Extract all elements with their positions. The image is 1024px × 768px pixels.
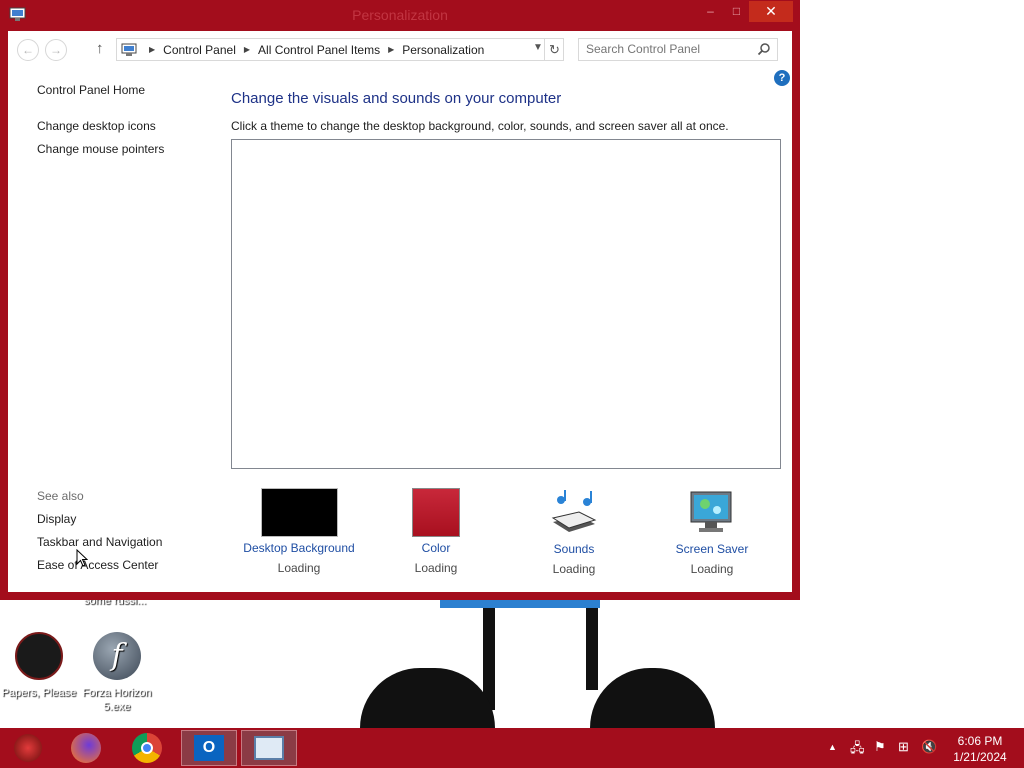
- taskbar-navigation-link[interactable]: Taskbar and Navigation: [37, 535, 162, 549]
- control-panel-icon: [254, 736, 284, 760]
- action-center-flag-icon[interactable]: ⚑: [874, 739, 886, 755]
- change-mouse-pointers-link[interactable]: Change mouse pointers: [37, 142, 164, 156]
- search-input[interactable]: [586, 42, 756, 56]
- control-panel-icon: [121, 43, 137, 56]
- taskbar-firefox[interactable]: [58, 730, 114, 766]
- papers-please-icon: [15, 632, 63, 680]
- window-content: ← → ↑ ▶ Control Panel ▶ All Control Pane…: [8, 31, 792, 592]
- search-icon[interactable]: [757, 42, 771, 56]
- desktop-icon-label: Papers, Please: [1, 687, 77, 699]
- network-icon[interactable]: 🖧: [850, 739, 865, 761]
- page-description: Click a theme to change the desktop back…: [231, 119, 729, 133]
- chevron-right-icon[interactable]: ▶: [388, 45, 394, 54]
- taskbar-control-panel[interactable]: [241, 730, 297, 766]
- device-icon[interactable]: ⊞: [898, 739, 909, 755]
- tile-label[interactable]: Screen Saver: [647, 542, 777, 556]
- personalization-window: Personalization – □ ✕ ← → ↑ ▶ Control Pa…: [0, 0, 800, 600]
- system-clock[interactable]: 6:06 PM 1/21/2024: [940, 733, 1020, 765]
- title-bar[interactable]: Personalization – □ ✕: [0, 0, 800, 30]
- chevron-down-icon[interactable]: ▼: [533, 42, 543, 53]
- chrome-icon: [132, 733, 162, 763]
- window-title: Personalization: [352, 7, 448, 23]
- flash-icon: f: [93, 632, 141, 680]
- volume-muted-icon[interactable]: 🔇: [921, 739, 937, 755]
- desktop-wallpaper-shape: [440, 600, 600, 608]
- taskbar: O ▲ 🖧 ⚑ ⊞ 🔇 6:06 PM 1/21/2024: [0, 728, 1024, 768]
- desktop-wallpaper-shape: [360, 668, 495, 728]
- close-button[interactable]: ✕: [749, 1, 793, 22]
- tile-status: Loading: [690, 562, 734, 576]
- firefox-icon: [71, 733, 101, 763]
- chevron-right-icon[interactable]: ▶: [244, 45, 250, 54]
- sounds-tile[interactable]: Sounds Loading: [509, 488, 639, 576]
- screen-saver-icon: [690, 491, 732, 532]
- screen-saver-tile[interactable]: Screen Saver Loading: [647, 488, 777, 576]
- outlook-icon: O: [194, 735, 224, 761]
- help-icon[interactable]: ?: [774, 70, 790, 86]
- tile-status: Loading: [552, 562, 596, 576]
- control-panel-home-link[interactable]: Control Panel Home: [37, 83, 145, 97]
- change-desktop-icons-link[interactable]: Change desktop icons: [37, 119, 156, 133]
- clock-date: 1/21/2024: [953, 750, 1007, 764]
- color-swatch-icon: [412, 488, 460, 537]
- minimize-button[interactable]: –: [697, 1, 724, 22]
- desktop-icon-papers-please[interactable]: Papers, Please: [0, 632, 78, 700]
- breadcrumb-all-items[interactable]: All Control Panel Items: [258, 43, 380, 57]
- ease-of-access-link[interactable]: Ease of Access Center: [37, 558, 158, 572]
- theme-list[interactable]: [231, 139, 781, 469]
- color-tile[interactable]: Color Loading: [371, 488, 501, 575]
- tile-label[interactable]: Desktop Background: [234, 541, 364, 555]
- tile-status: Loading: [277, 561, 321, 575]
- forward-button[interactable]: →: [45, 39, 67, 61]
- desktop-background-icon: [260, 488, 338, 537]
- start-button[interactable]: [0, 730, 56, 766]
- breadcrumb-control-panel[interactable]: Control Panel: [163, 43, 236, 57]
- desktop-icon-label: Forza Horizon 5.exe: [82, 687, 152, 713]
- desktop-background-tile[interactable]: Desktop Background Loading: [234, 488, 364, 575]
- up-button[interactable]: ↑: [96, 40, 104, 57]
- desktop-icon-forza[interactable]: f Forza Horizon 5.exe: [78, 632, 156, 714]
- see-also-title: See also: [37, 489, 84, 503]
- show-hidden-icons-icon[interactable]: ▲: [828, 742, 837, 752]
- chevron-right-icon: ▶: [149, 45, 156, 54]
- sounds-icon: [551, 490, 597, 532]
- taskbar-outlook[interactable]: O: [181, 730, 237, 766]
- search-box[interactable]: [578, 38, 778, 61]
- mouse-cursor-icon: [76, 549, 88, 567]
- page-title: Change the visuals and sounds on your co…: [231, 90, 562, 107]
- breadcrumb: ▶ Control Panel ▶ All Control Panel Item…: [117, 39, 484, 60]
- tile-label[interactable]: Sounds: [509, 542, 639, 556]
- taskbar-chrome[interactable]: [119, 730, 175, 766]
- desktop-wallpaper-shape: [586, 600, 598, 690]
- clock-time: 6:06 PM: [957, 734, 1003, 748]
- back-button[interactable]: ←: [17, 39, 39, 61]
- tile-label[interactable]: Color: [371, 541, 501, 555]
- refresh-icon[interactable]: ↻: [544, 39, 564, 60]
- breadcrumb-personalization[interactable]: Personalization: [402, 43, 484, 57]
- maximize-button[interactable]: □: [724, 1, 749, 22]
- start-icon: [14, 734, 42, 762]
- display-link[interactable]: Display: [37, 512, 76, 526]
- desktop-wallpaper-shape: [483, 600, 495, 710]
- address-bar[interactable]: ▶ Control Panel ▶ All Control Panel Item…: [116, 38, 564, 61]
- tile-status: Loading: [414, 561, 458, 575]
- desktop-wallpaper-shape: [590, 668, 715, 728]
